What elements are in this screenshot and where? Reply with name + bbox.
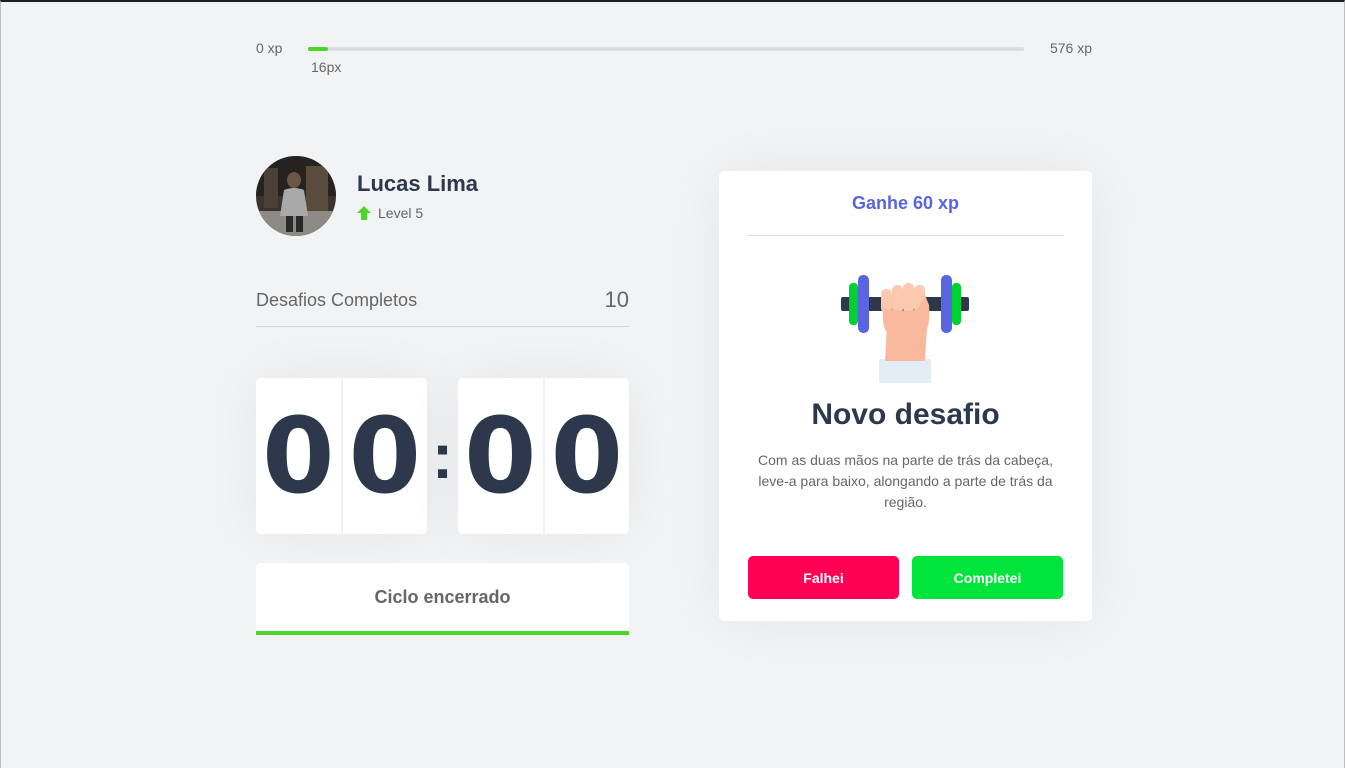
level-up-arrow-icon [357, 206, 371, 220]
challenge-card: Ganhe 60 xp Novo desafio Com as duas mão… [719, 171, 1092, 621]
xp-min-label: 0 xp [256, 40, 283, 56]
challenge-reward: Ganhe 60 xp [748, 171, 1063, 236]
cycle-ended-button[interactable]: Ciclo encerrado [256, 563, 629, 635]
profile-name: Lucas Lima [357, 171, 479, 196]
experience-bar: 0 xp 16px 576 xp [256, 40, 1092, 75]
seconds-tens-digit: 0 [458, 378, 544, 534]
minutes-units-digit: 0 [341, 378, 428, 534]
minutes-display: 0 0 [256, 378, 427, 534]
completed-challenges: Desafios Completos 10 [256, 285, 629, 327]
avatar [256, 156, 336, 236]
xp-track [308, 47, 1024, 51]
profile: Lucas Lima Level 5 [256, 156, 478, 236]
dumbbell-body-icon [841, 275, 969, 383]
challenge-completed-button[interactable]: Completei [912, 556, 1063, 599]
countdown: 0 0 : 0 0 [256, 378, 629, 534]
xp-max-label: 576 xp [1049, 40, 1092, 56]
xp-fill [308, 47, 328, 51]
completed-challenges-count: 10 [604, 287, 629, 312]
xp-current-label: 16px [311, 59, 342, 75]
level-label: Level 5 [378, 205, 424, 221]
completed-challenges-label: Desafios Completos [256, 290, 418, 310]
countdown-separator: : [431, 420, 454, 492]
profile-level: Level 5 [357, 205, 478, 221]
challenge-title: Novo desafio [811, 398, 1000, 431]
challenge-description: Com as duas mãos na parte de trás da cab… [758, 452, 1053, 510]
seconds-units-digit: 0 [543, 378, 630, 534]
minutes-tens-digit: 0 [256, 378, 342, 534]
challenge-failed-button[interactable]: Falhei [748, 556, 899, 599]
avatar-photo [256, 156, 336, 236]
seconds-display: 0 0 [458, 378, 629, 534]
